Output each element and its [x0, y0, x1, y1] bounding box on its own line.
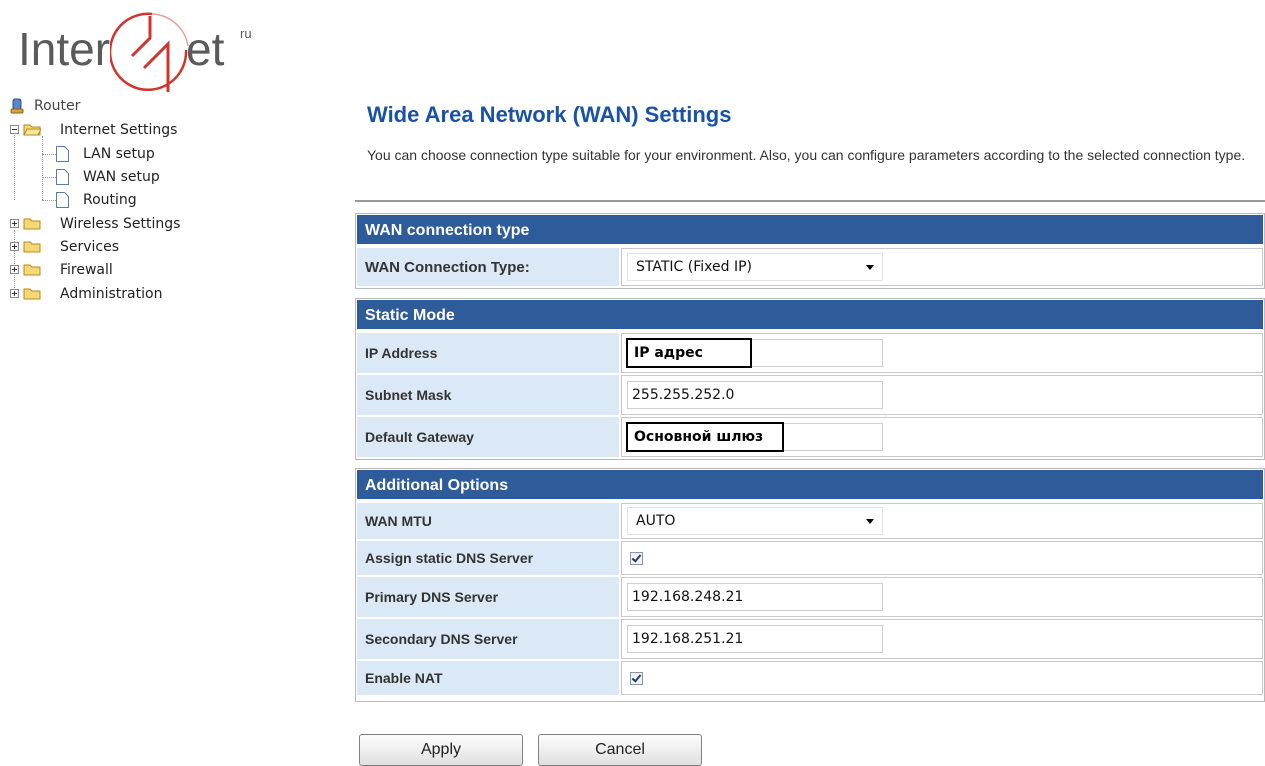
field-cell: 192.168.248.21 — [621, 577, 1263, 617]
divider — [355, 200, 1265, 202]
default-gateway-annotation: Основной шлюз — [626, 422, 784, 452]
tree-item-label: Internet Settings — [60, 122, 178, 138]
field-label: Subnet Mask — [357, 375, 619, 415]
field-label: Default Gateway — [357, 417, 619, 457]
ip-address-annotation: IP адрес — [626, 338, 752, 368]
additional-options-table: Additional Options WAN MTU AUTO Assign s… — [355, 468, 1265, 702]
dropdown-arrow-icon — [866, 519, 874, 524]
section-header: WAN connection type — [356, 214, 1264, 246]
section-header: Static Mode — [356, 299, 1264, 331]
field-label: WAN MTU — [357, 503, 619, 539]
input-value: 192.168.248.21 — [632, 589, 744, 605]
apply-button[interactable]: Apply — [359, 734, 523, 766]
field-label: WAN Connection Type: — [357, 248, 619, 286]
assign-static-dns-checkbox[interactable] — [630, 551, 643, 565]
field-cell: Основной шлюз — [621, 417, 1263, 457]
expand-icon[interactable] — [10, 289, 19, 298]
form-row: Secondary DNS Server 192.168.251.21 — [356, 617, 1264, 659]
field-cell: IP адрес — [621, 333, 1263, 373]
field-label: IP Address — [357, 333, 619, 373]
input-value: 192.168.251.21 — [632, 631, 744, 647]
folder-icon — [23, 241, 41, 253]
collapse-icon[interactable] — [10, 125, 19, 134]
field-cell: 255.255.252.0 — [621, 375, 1263, 415]
field-cell — [621, 541, 1263, 575]
router-icon — [10, 98, 24, 114]
expand-icon[interactable] — [10, 265, 19, 274]
field-label: Assign static DNS Server — [357, 541, 619, 575]
cancel-button[interactable]: Cancel — [538, 734, 702, 766]
logo-text-right: et — [186, 23, 225, 75]
select-value: AUTO — [636, 513, 676, 529]
tree-connector — [42, 200, 56, 201]
internet-logo: Inter et ru — [18, 8, 268, 96]
logo-text-left: Inter — [18, 23, 111, 75]
input-value: 255.255.252.0 — [632, 387, 735, 403]
page-icon — [56, 146, 69, 162]
folder-open-icon — [23, 124, 41, 136]
default-gateway-input[interactable]: Основной шлюз — [626, 422, 883, 452]
subnet-mask-input[interactable]: 255.255.252.0 — [627, 381, 883, 409]
tree-connector — [42, 154, 56, 155]
form-row: Subnet Mask 255.255.252.0 — [356, 373, 1264, 415]
field-label: Enable NAT — [357, 661, 619, 695]
folder-icon — [23, 288, 41, 300]
page-icon — [56, 169, 69, 185]
tree-connector — [42, 177, 56, 178]
tree-item-label: LAN setup — [83, 146, 155, 162]
form-row: IP Address IP адрес — [356, 331, 1264, 373]
folder-icon — [23, 218, 41, 230]
ip-address-input[interactable]: IP адрес — [626, 338, 883, 368]
wan-type-table: WAN connection type WAN Connection Type:… — [355, 213, 1265, 289]
form-row: Default Gateway Основной шлюз — [356, 415, 1264, 457]
wan-connection-type-select[interactable]: STATIC (Fixed IP) — [627, 253, 883, 281]
wan-mtu-select[interactable]: AUTO — [627, 507, 883, 535]
form-row: WAN MTU AUTO — [356, 501, 1264, 539]
field-label: Secondary DNS Server — [357, 619, 619, 659]
form-row: Enable NAT — [356, 659, 1264, 695]
tree-item-label: Services — [60, 239, 120, 255]
primary-dns-input[interactable]: 192.168.248.21 — [627, 583, 883, 611]
tree-root-label: Router — [34, 98, 81, 114]
tree-item-label: WAN setup — [83, 169, 160, 185]
page-description: You can choose connection type suitable … — [367, 147, 1246, 163]
expand-icon[interactable] — [10, 219, 19, 228]
field-label: Primary DNS Server — [357, 577, 619, 617]
field-cell: 192.168.251.21 — [621, 619, 1263, 659]
secondary-dns-input[interactable]: 192.168.251.21 — [627, 625, 883, 653]
logo-superscript: ru — [240, 26, 252, 41]
field-cell — [621, 661, 1263, 695]
select-value: STATIC (Fixed IP) — [636, 259, 752, 275]
tree-connector — [14, 230, 15, 294]
tree-connector — [42, 136, 43, 200]
enable-nat-checkbox[interactable] — [630, 671, 643, 685]
tree-item-label: Routing — [83, 192, 137, 208]
tree-item-label: Administration — [60, 286, 163, 302]
logo-emblem-icon — [110, 12, 189, 92]
tree-connector — [14, 128, 15, 200]
field-cell: STATIC (Fixed IP) — [621, 248, 1263, 286]
dropdown-arrow-icon — [866, 265, 874, 270]
section-header: Additional Options — [356, 469, 1264, 501]
tree-item-label: Wireless Settings — [60, 216, 181, 232]
folder-icon — [23, 264, 41, 276]
static-mode-table: Static Mode IP Address IP адрес Subnet M… — [355, 298, 1265, 460]
form-row: WAN Connection Type: STATIC (Fixed IP) — [356, 246, 1264, 286]
field-cell: AUTO — [621, 503, 1263, 539]
page-icon — [56, 192, 69, 208]
form-row: Primary DNS Server 192.168.248.21 — [356, 575, 1264, 617]
expand-icon[interactable] — [10, 242, 19, 251]
form-row: Assign static DNS Server — [356, 539, 1264, 575]
page-title: Wide Area Network (WAN) Settings — [367, 102, 732, 127]
tree-item-label: Firewall — [60, 262, 113, 278]
